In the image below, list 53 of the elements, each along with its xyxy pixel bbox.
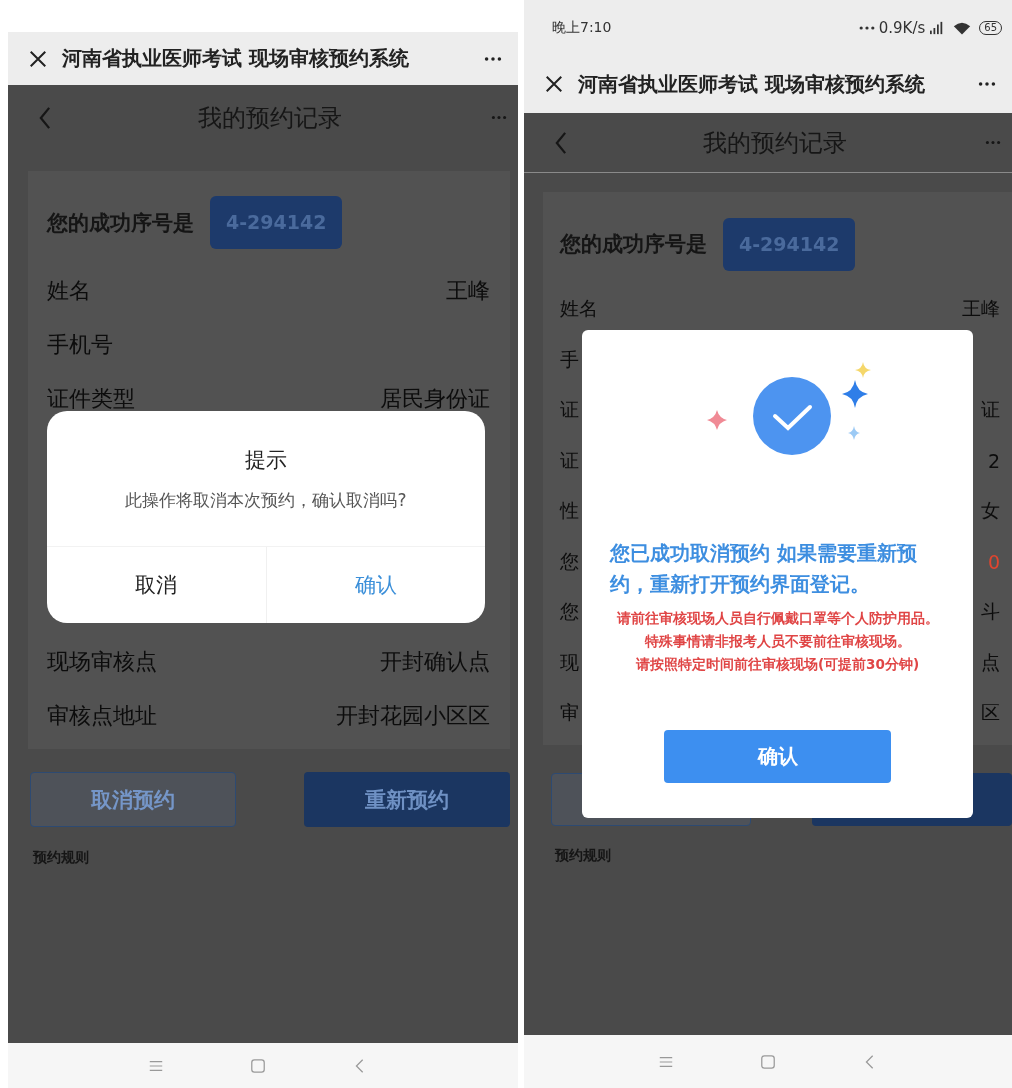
serial-label: 您的成功序号是 xyxy=(560,231,707,258)
confirm-button[interactable]: 确认 xyxy=(664,730,891,783)
notice-text: 请按照特定时间前往审核现场(可提前30分钟) xyxy=(635,655,920,674)
field-value: 证 xyxy=(981,397,1000,423)
close-icon[interactable] xyxy=(544,74,564,94)
field-label: 性 xyxy=(560,498,579,524)
page-title: 河南省执业医师考试 现场审核预约系统 xyxy=(578,70,926,98)
rebook-button[interactable]: 重新预约 xyxy=(304,772,510,827)
home-icon[interactable] xyxy=(760,1053,776,1070)
notice-text: 请前往审核现场人员自行佩戴口罩等个人防护用品。 xyxy=(616,609,939,628)
field-value: 斗 xyxy=(981,599,1000,625)
more-icon[interactable] xyxy=(482,54,504,63)
home-icon[interactable] xyxy=(250,1057,266,1074)
field-value: 王峰 xyxy=(962,296,1000,322)
field-label: 姓名 xyxy=(47,277,91,305)
field-value: 开封确认点 xyxy=(380,648,490,676)
serial-label: 您的成功序号是 xyxy=(47,209,194,237)
field-label: 手机号 xyxy=(47,331,113,359)
cancel-button[interactable]: 取消 xyxy=(47,547,266,623)
dots-icon xyxy=(858,23,875,32)
field-value: 居民身份证 xyxy=(380,385,490,413)
confirm-button[interactable]: 确认 xyxy=(265,547,485,623)
field-label: 证 xyxy=(560,447,579,473)
field-label: 证 xyxy=(560,397,579,423)
cancel-booking-button[interactable]: 取消预约 xyxy=(30,772,236,827)
success-message: 您已成功取消预约 如果需要重新预约，重新打开预约界面登记。 xyxy=(608,540,918,598)
close-icon[interactable] xyxy=(28,48,48,69)
field-label: 姓名 xyxy=(560,296,598,322)
dialog-title: 提示 xyxy=(245,447,287,474)
status-time: 晚上7:10 xyxy=(552,18,612,37)
field-label: 您 xyxy=(560,548,579,574)
field-value: 点 xyxy=(981,649,1000,675)
notice-text: 特殊事情请非报考人员不要前往审核现场。 xyxy=(644,632,911,651)
dialog-message: 此操作将取消本次预约，确认取消吗? xyxy=(125,489,407,512)
field-value: 区 xyxy=(981,700,1000,726)
field-label: 现 xyxy=(560,649,579,675)
field-label: 证件类型 xyxy=(47,385,135,413)
field-value: 女 xyxy=(981,498,1000,524)
wifi-icon xyxy=(953,20,972,35)
page-title: 河南省执业医师考试 现场审核预约系统 xyxy=(62,45,410,72)
field-value: 2 xyxy=(987,449,1000,472)
more-icon[interactable] xyxy=(976,80,998,88)
network-speed: 0.9K/s xyxy=(878,18,926,37)
field-label: 审核点地址 xyxy=(47,702,157,730)
back-icon[interactable] xyxy=(38,105,52,130)
field-value: 王峰 xyxy=(446,277,490,305)
field-label: 手 xyxy=(560,346,579,372)
field-label: 您 xyxy=(560,599,579,625)
field-label: 审 xyxy=(560,700,579,726)
field-value: 0 xyxy=(987,550,1000,573)
back-icon[interactable] xyxy=(554,130,568,155)
field-label: 现场审核点 xyxy=(47,648,157,676)
field-value: 开封花园小区区 xyxy=(336,702,490,730)
